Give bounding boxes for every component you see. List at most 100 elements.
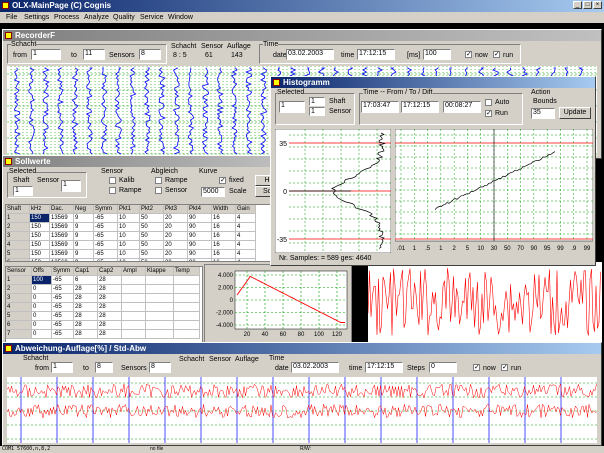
table-cell[interactable]: 9 (74, 232, 94, 241)
table-cell[interactable]: -65 (94, 259, 118, 261)
sensor-table[interactable]: Sensor Offs Symm Cap1 Cap2 Ampl Klappe Temp 1 100… (5, 266, 203, 352)
table-cell[interactable]: -65 (52, 294, 74, 303)
table-cell[interactable]: 50 (140, 250, 164, 259)
table-cell[interactable]: 150 (30, 241, 50, 250)
table-cell[interactable]: 16 (212, 250, 236, 259)
table-cell[interactable] (146, 285, 174, 294)
sollwerte-kurve-field[interactable]: 5000 (201, 187, 225, 197)
histogramm-run-checkbox[interactable] (485, 109, 492, 117)
histogramm-auto-checkbox[interactable] (485, 99, 492, 106)
table-cell[interactable]: 20 (164, 232, 188, 241)
table-cell[interactable] (146, 303, 174, 312)
table-cell[interactable]: 16 (212, 259, 236, 261)
recorder-now-checkbox[interactable] (465, 50, 472, 58)
sollwerte-rampe-checkbox[interactable] (109, 187, 116, 194)
table-cell[interactable]: 10 (118, 241, 140, 250)
table-cell[interactable]: 9 (74, 241, 94, 250)
maximize-button[interactable]: □ (583, 1, 592, 9)
histogramm-shaft-field[interactable]: 1 (309, 97, 325, 106)
table-cell[interactable]: 150 (30, 232, 50, 241)
recorder-to-field[interactable]: 11 (83, 49, 105, 60)
table-cell[interactable]: 4 (236, 241, 256, 250)
table-cell[interactable]: 28 (98, 276, 122, 285)
table-cell[interactable] (122, 312, 146, 321)
table-cell[interactable] (146, 312, 174, 321)
table-cell[interactable]: 0 (32, 303, 52, 312)
table-cell[interactable]: 150 (30, 250, 50, 259)
recorder-sensors-field[interactable]: 8 (139, 49, 161, 60)
table-cell[interactable]: 6 (6, 259, 30, 261)
menu-settings[interactable]: Settings (24, 14, 49, 22)
table-cell[interactable]: -65 (94, 232, 118, 241)
table-cell[interactable]: 90 (188, 250, 212, 259)
table-cell[interactable] (174, 330, 200, 339)
table-cell[interactable]: 28 (74, 312, 98, 321)
table-cell[interactable] (174, 285, 200, 294)
table-cell[interactable]: 90 (188, 241, 212, 250)
table-cell[interactable]: 9 (74, 259, 94, 261)
abweichung-to-field[interactable]: 8 (95, 362, 113, 373)
table-cell[interactable]: 9 (74, 214, 94, 223)
table-cell[interactable]: -65 (52, 276, 74, 285)
histogramm-from-field[interactable]: 17:03:47 (361, 101, 399, 113)
menu-window[interactable]: Window (168, 14, 193, 22)
table-cell[interactable]: 150 (30, 259, 50, 261)
histogramm-bounds-field[interactable]: 35 (531, 108, 555, 119)
table-cell[interactable]: 28 (98, 312, 122, 321)
table-cell[interactable]: 4 (236, 250, 256, 259)
table-cell[interactable]: 9 (74, 250, 94, 259)
table-cell[interactable]: -65 (94, 250, 118, 259)
table-cell[interactable]: 50 (140, 223, 164, 232)
table-cell[interactable] (146, 321, 174, 330)
histogramm-dift-field[interactable]: 00:08:27 (443, 101, 481, 113)
recorder-ms-field[interactable]: 100 (423, 49, 451, 60)
table-cell[interactable]: 150 (30, 223, 50, 232)
table-cell[interactable]: 6 (74, 276, 98, 285)
abweichung-run-checkbox[interactable] (501, 363, 508, 371)
table-cell[interactable] (174, 303, 200, 312)
table-cell[interactable]: 5 (6, 312, 32, 321)
table-cell[interactable]: -65 (52, 312, 74, 321)
table-cell[interactable]: 16 (212, 214, 236, 223)
table-cell[interactable]: 150 (30, 214, 50, 223)
recorder-from-field[interactable]: 1 (31, 49, 61, 60)
sollwerte-fixed-checkbox[interactable] (219, 176, 226, 184)
table-cell[interactable]: 0 (32, 321, 52, 330)
table-cell[interactable]: 28 (98, 303, 122, 312)
recorder-time-field[interactable]: 17:12:15 (357, 49, 395, 60)
table-cell[interactable]: 50 (140, 241, 164, 250)
table-cell[interactable]: 1 (6, 276, 32, 285)
sollwerte-abgleich-sensor-checkbox[interactable] (155, 187, 162, 194)
table-cell[interactable]: 28 (74, 321, 98, 330)
table-cell[interactable]: 13569 (50, 214, 74, 223)
table-cell[interactable]: 16 (212, 223, 236, 232)
table-cell[interactable]: 20 (164, 214, 188, 223)
menu-file[interactable]: File (6, 14, 17, 22)
table-cell[interactable]: 28 (74, 294, 98, 303)
table-cell[interactable]: 16 (212, 241, 236, 250)
table-cell[interactable]: 20 (164, 250, 188, 259)
histogramm-selected-field[interactable]: 1 (279, 101, 305, 113)
recorder-run-checkbox[interactable] (493, 50, 500, 58)
table-cell[interactable]: -65 (94, 223, 118, 232)
table-cell[interactable]: 28 (98, 285, 122, 294)
table-cell[interactable]: -65 (52, 285, 74, 294)
abweichung-steps-field[interactable]: 0 (429, 362, 457, 373)
sollwerte-sensor-field[interactable]: 1 (61, 180, 81, 192)
table-cell[interactable]: 10 (118, 232, 140, 241)
table-cell[interactable]: 10 (118, 250, 140, 259)
table-cell[interactable]: 50 (140, 232, 164, 241)
table-cell[interactable]: 13569 (50, 223, 74, 232)
table-cell[interactable]: 20 (164, 259, 188, 261)
table-cell[interactable] (146, 330, 174, 339)
close-button[interactable]: × (593, 1, 602, 9)
shaft-table[interactable]: Shaft kHz Dac. Neg Symm Pkt1 Pkt2 Pkt3 Pkt4 Width… (5, 204, 285, 262)
table-cell[interactable]: 13569 (50, 232, 74, 241)
table-cell[interactable]: 0 (32, 285, 52, 294)
table-cell[interactable]: 7 (6, 330, 32, 339)
table-cell[interactable]: 2 (6, 223, 30, 232)
abweichung-time-field[interactable]: 17:12:15 (365, 362, 403, 373)
table-cell[interactable]: -65 (52, 303, 74, 312)
table-cell[interactable]: 0 (32, 294, 52, 303)
table-cell[interactable]: 4 (6, 303, 32, 312)
